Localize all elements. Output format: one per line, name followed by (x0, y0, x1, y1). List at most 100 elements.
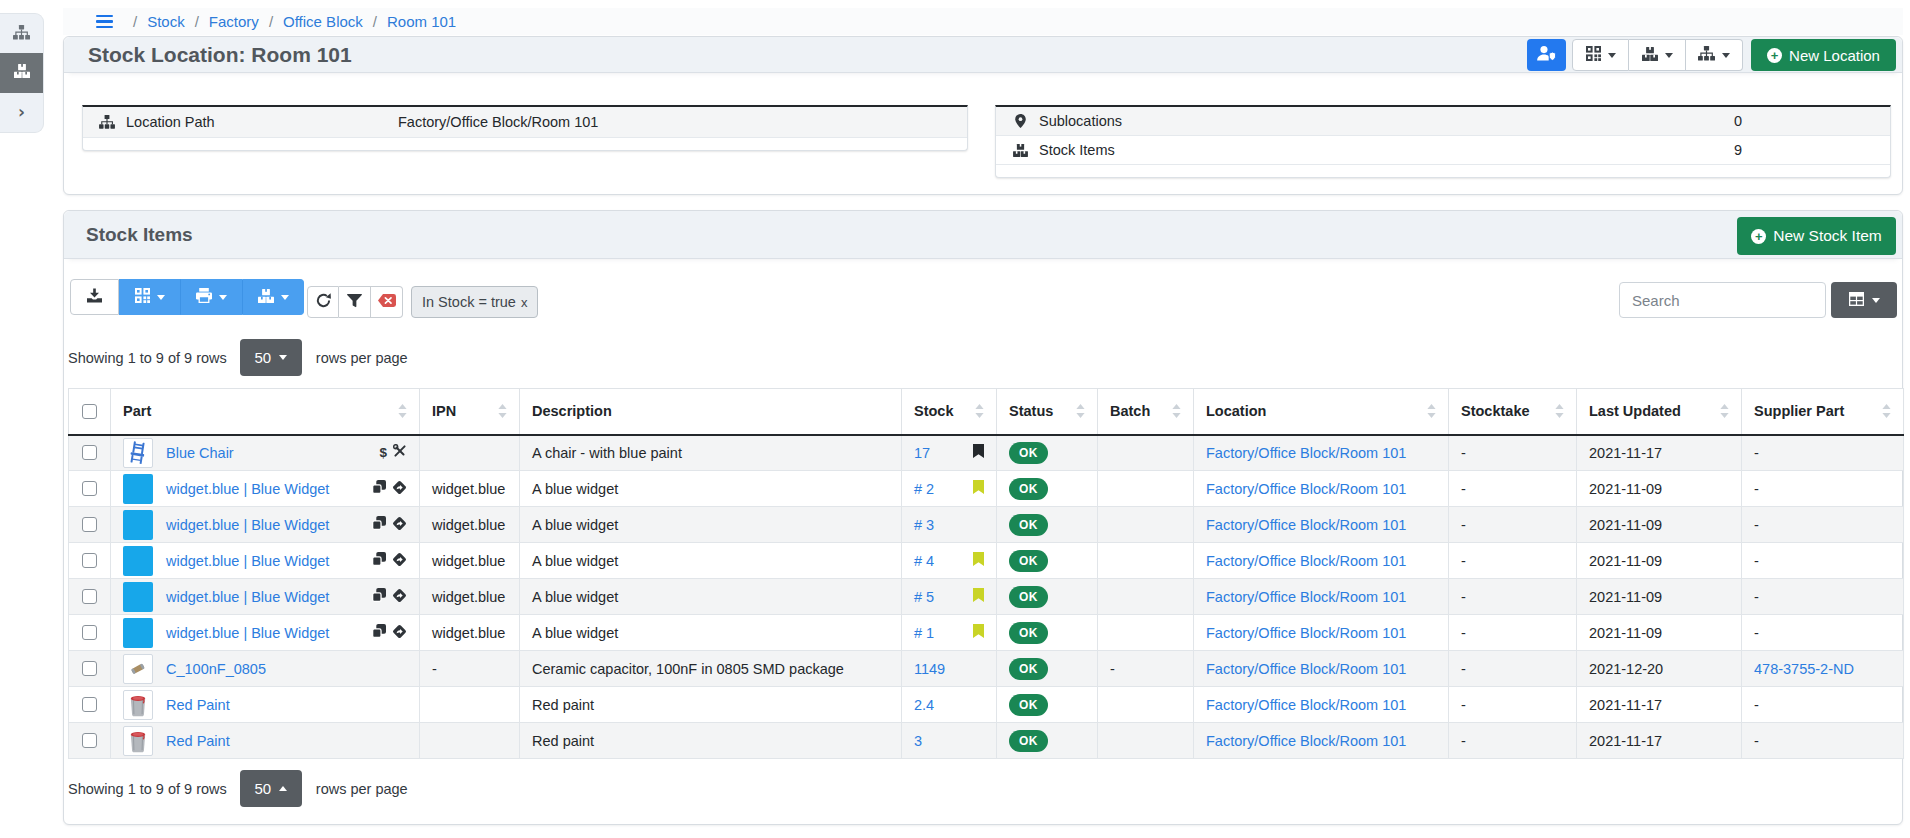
status-badge: OK (1009, 442, 1048, 464)
column-header-status[interactable]: Status (997, 389, 1098, 435)
panel-title: Stock Items (86, 211, 193, 258)
boxes-icon (258, 289, 274, 306)
download-button[interactable] (70, 279, 119, 315)
caret-down-icon (281, 295, 289, 300)
breadcrumb-office-block[interactable]: Office Block (283, 13, 363, 30)
filter-icon (347, 294, 362, 311)
columns-dropdown[interactable] (1831, 282, 1897, 318)
part-link[interactable]: widget.blue | Blue Widget (166, 481, 329, 497)
column-header-location[interactable]: Location (1194, 389, 1449, 435)
page-size-dropdown[interactable]: 50 (240, 339, 302, 376)
sitemap-icon (92, 115, 122, 129)
stock-link[interactable]: 2.4 (914, 697, 934, 713)
refresh-icon (316, 293, 331, 311)
page-size-dropdown[interactable]: 50 (240, 770, 302, 807)
stock-link[interactable]: # 5 (914, 589, 934, 605)
location-link[interactable]: Factory/Office Block/Room 101 (1206, 553, 1406, 569)
part-link[interactable]: Red Paint (166, 697, 230, 713)
location-link[interactable]: Factory/Office Block/Room 101 (1206, 445, 1406, 461)
search-input[interactable] (1619, 282, 1826, 318)
stock-items-table: PartIPNDescriptionStockStatusBatchLocati… (68, 388, 1904, 759)
location-link[interactable]: Factory/Office Block/Room 101 (1206, 697, 1406, 713)
part-link[interactable]: C_100nF_0805 (166, 661, 266, 677)
column-header-last-updated[interactable]: Last Updated (1577, 389, 1742, 435)
row-checkbox[interactable] (82, 445, 97, 460)
barcode-actions-dropdown[interactable] (1572, 39, 1629, 71)
stock-link[interactable]: # 2 (914, 481, 934, 497)
location-link[interactable]: Factory/Office Block/Room 101 (1206, 733, 1406, 749)
row-checkbox[interactable] (82, 481, 97, 496)
row-checkbox[interactable] (82, 661, 97, 676)
status-badge: OK (1009, 730, 1048, 752)
part-thumbnail-paint (123, 726, 153, 756)
column-header-stocktake[interactable]: Stocktake (1449, 389, 1577, 435)
print-actions-dropdown[interactable] (180, 279, 242, 315)
sidebar-expand-button[interactable]: › (0, 93, 43, 132)
part-link[interactable]: Red Paint (166, 733, 230, 749)
serialized-icon (392, 624, 407, 642)
bookmark-icon (973, 444, 984, 461)
refresh-button[interactable] (307, 286, 339, 318)
menu-icon[interactable] (96, 15, 113, 29)
location-actions-dropdown[interactable] (1686, 39, 1743, 71)
part-link[interactable]: widget.blue | Blue Widget (166, 553, 329, 569)
filter-chip-in-stock[interactable]: In Stock = true x (411, 286, 538, 318)
stock-link[interactable]: # 1 (914, 625, 934, 641)
sidebar-item-stock[interactable] (0, 53, 43, 92)
row-checkbox[interactable] (82, 697, 97, 712)
column-header-part[interactable]: Part (111, 389, 420, 435)
stock-link[interactable]: 3 (914, 733, 922, 749)
part-link[interactable]: Blue Chair (166, 445, 234, 461)
stock-options-dropdown[interactable] (242, 279, 304, 315)
plus-circle-icon: + (1767, 48, 1782, 63)
stock-item-row: widget.blue | Blue Widgetwidget.blueA bl… (69, 579, 1904, 615)
column-header-description[interactable]: Description (520, 389, 902, 435)
location-link[interactable]: Factory/Office Block/Room 101 (1206, 481, 1406, 497)
clone-icon (372, 480, 386, 497)
stock-link[interactable]: 1149 (914, 661, 945, 677)
admin-button[interactable] (1527, 39, 1566, 71)
filter-button[interactable] (339, 286, 371, 318)
serialized-icon (392, 552, 407, 570)
pagination-showing: Showing 1 to 9 of 9 rows (68, 350, 227, 366)
column-header-ipn[interactable]: IPN (420, 389, 520, 435)
location-link[interactable]: Factory/Office Block/Room 101 (1206, 661, 1406, 677)
download-icon (87, 288, 102, 306)
part-link[interactable]: widget.blue | Blue Widget (166, 625, 329, 641)
stock-link[interactable]: # 3 (914, 517, 934, 533)
table-icon (1849, 292, 1864, 309)
column-header-stock[interactable]: Stock (902, 389, 997, 435)
breadcrumb-factory[interactable]: Factory (209, 13, 259, 30)
sidebar-item-location-tree[interactable] (0, 14, 43, 53)
stock-actions-dropdown[interactable] (1629, 39, 1686, 71)
row-checkbox[interactable] (82, 517, 97, 532)
row-checkbox[interactable] (82, 553, 97, 568)
empty-row (83, 138, 967, 150)
location-link[interactable]: Factory/Office Block/Room 101 (1206, 589, 1406, 605)
location-link[interactable]: Factory/Office Block/Room 101 (1206, 517, 1406, 533)
caret-down-icon (157, 295, 165, 300)
clear-filters-button[interactable] (371, 286, 403, 318)
column-header-batch[interactable]: Batch (1098, 389, 1194, 435)
location-link[interactable]: Factory/Office Block/Room 101 (1206, 625, 1406, 641)
supplier-part-link[interactable]: 478-3755-2-ND (1754, 661, 1854, 677)
stock-link[interactable]: 17 (914, 445, 930, 461)
part-link[interactable]: widget.blue | Blue Widget (166, 517, 329, 533)
barcode-actions-dropdown[interactable] (119, 279, 180, 315)
row-checkbox[interactable] (82, 589, 97, 604)
tools-icon (393, 444, 407, 461)
new-location-button[interactable]: + New Location (1751, 39, 1896, 71)
stock-link[interactable]: # 4 (914, 553, 934, 569)
part-link[interactable]: widget.blue | Blue Widget (166, 589, 329, 605)
row-checkbox[interactable] (82, 625, 97, 640)
column-header-supplier-part[interactable]: Supplier Part (1742, 389, 1904, 435)
select-all-checkbox[interactable] (82, 404, 97, 419)
breadcrumb-room-101[interactable]: Room 101 (387, 13, 456, 30)
new-stock-item-button[interactable]: + New Stock Item (1737, 217, 1896, 255)
row-checkbox[interactable] (82, 733, 97, 748)
breadcrumb-stock[interactable]: Stock (147, 13, 185, 30)
filter-chip-remove[interactable]: x (521, 295, 528, 310)
plus-circle-icon: + (1751, 229, 1766, 244)
new-location-label: New Location (1789, 47, 1880, 64)
part-thumbnail-blue-widget (123, 510, 153, 540)
